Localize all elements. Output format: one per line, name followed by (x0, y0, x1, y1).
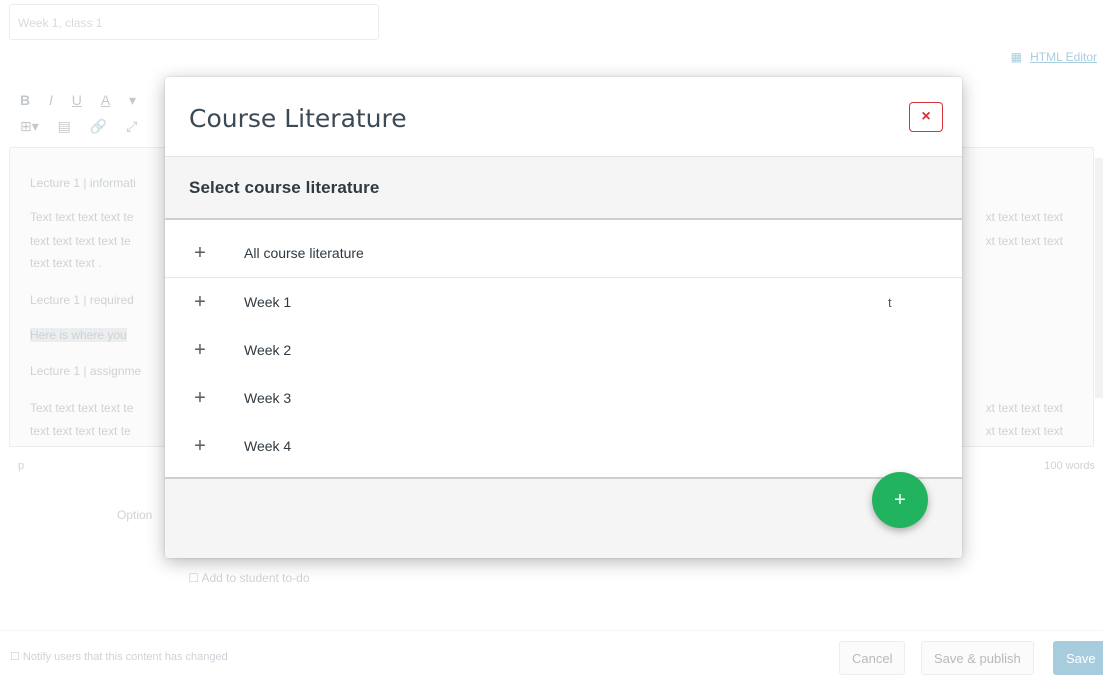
course-literature-dialog: Course Literature × Select course litera… (165, 77, 962, 558)
html-editor-label: HTML Editor (1030, 50, 1097, 64)
list-item-label: Week 3 (244, 390, 292, 406)
list-item-label: All course literature (244, 245, 364, 261)
underline-button[interactable]: U (72, 92, 82, 108)
editor-toolbar-row-2: ⊞▾ ▤ 🔗 ⤢ (20, 118, 152, 135)
notify-users-label: Notify users that this content has chang… (22, 651, 228, 663)
editor-paragraph-line: xt text text text (985, 424, 1063, 438)
html-editor-link[interactable]: ▦ HTML Editor (1011, 50, 1097, 64)
page-title-input[interactable]: Week 1, class 1 (9, 4, 379, 40)
add-literature-button[interactable]: + (872, 472, 928, 528)
list-item-week-4[interactable]: + Week 4 (165, 422, 962, 470)
editor-highlighted-line: Here is where you (30, 328, 127, 342)
section-header: Select course literature (165, 157, 962, 220)
save-publish-button[interactable]: Save & publish (921, 641, 1034, 675)
save-button[interactable]: Save (1053, 641, 1103, 675)
editor-paragraph-line: text text text . (30, 256, 102, 270)
unlink-button[interactable]: ⤢ (126, 118, 137, 135)
editor-paragraph-line: Text text text text te (30, 401, 134, 415)
media-button[interactable]: ▤ (58, 118, 71, 135)
stray-text: t (888, 294, 892, 310)
text-color-button[interactable]: A (101, 92, 110, 108)
table-button[interactable]: ⊞▾ (20, 118, 39, 135)
word-count: 100 words (1044, 460, 1095, 472)
list-item-label: Week 4 (244, 438, 292, 454)
editor-scrollbar[interactable] (1095, 158, 1103, 398)
list-item-week-1[interactable]: + Week 1 t (165, 278, 962, 326)
plus-icon[interactable]: + (192, 435, 208, 458)
bold-button[interactable]: B (20, 92, 30, 108)
list-item-week-3[interactable]: + Week 3 (165, 374, 962, 422)
plus-icon[interactable]: + (192, 339, 208, 362)
editor-paragraph-line: xt text text text (985, 401, 1063, 415)
editor-heading: Lecture 1 | required (30, 293, 134, 307)
list-item-all-course-literature[interactable]: + All course literature (165, 229, 962, 278)
dialog-title: Course Literature (189, 104, 407, 133)
add-to-student-todo-checkbox[interactable]: ☐ Add to student to-do (188, 571, 310, 585)
list-item-week-2[interactable]: + Week 2 (165, 326, 962, 374)
editor-paragraph-line: xt text text text (985, 234, 1063, 248)
editor-paragraph-line: text text text text te (30, 234, 131, 248)
list-item-label: Week 1 (244, 294, 292, 310)
notify-users-checkbox[interactable]: ☐ Notify users that this content has cha… (10, 650, 228, 663)
options-label: Option (117, 508, 153, 522)
editor-paragraph-line: xt text text text (985, 210, 1063, 224)
editor-paragraph-line: text text text text te (30, 424, 131, 438)
dialog-footer (165, 479, 962, 558)
link-button[interactable]: 🔗 (90, 118, 107, 135)
list-item-label: Week 2 (244, 342, 292, 358)
plus-icon[interactable]: + (192, 242, 208, 265)
editor-toolbar-row-1: B I U A ▾ (20, 92, 151, 109)
editor-paragraph-line: Text text text text te (30, 210, 134, 224)
bottom-action-bar: ☐ Notify users that this content has cha… (0, 630, 1103, 675)
italic-button[interactable]: I (49, 92, 53, 108)
plus-icon[interactable]: + (192, 387, 208, 410)
close-icon: × (921, 108, 931, 125)
add-to-student-todo-label: Add to student to-do (201, 571, 310, 585)
cancel-button[interactable]: Cancel (839, 641, 906, 675)
editor-heading: Lecture 1 | informati (30, 176, 136, 190)
literature-list: + All course literature + Week 1 t + Wee… (165, 229, 962, 470)
close-button[interactable]: × (909, 102, 943, 132)
plus-icon: + (894, 488, 906, 511)
editor-heading: Lecture 1 | assignme (30, 364, 142, 378)
editor-status-path: p (18, 460, 25, 472)
keyboard-icon: ▦ (1010, 50, 1023, 64)
section-title: Select course literature (189, 178, 380, 197)
dialog-header: Course Literature × (165, 77, 962, 157)
text-color-dropdown-icon[interactable]: ▾ (129, 92, 136, 109)
plus-icon[interactable]: + (192, 291, 208, 314)
